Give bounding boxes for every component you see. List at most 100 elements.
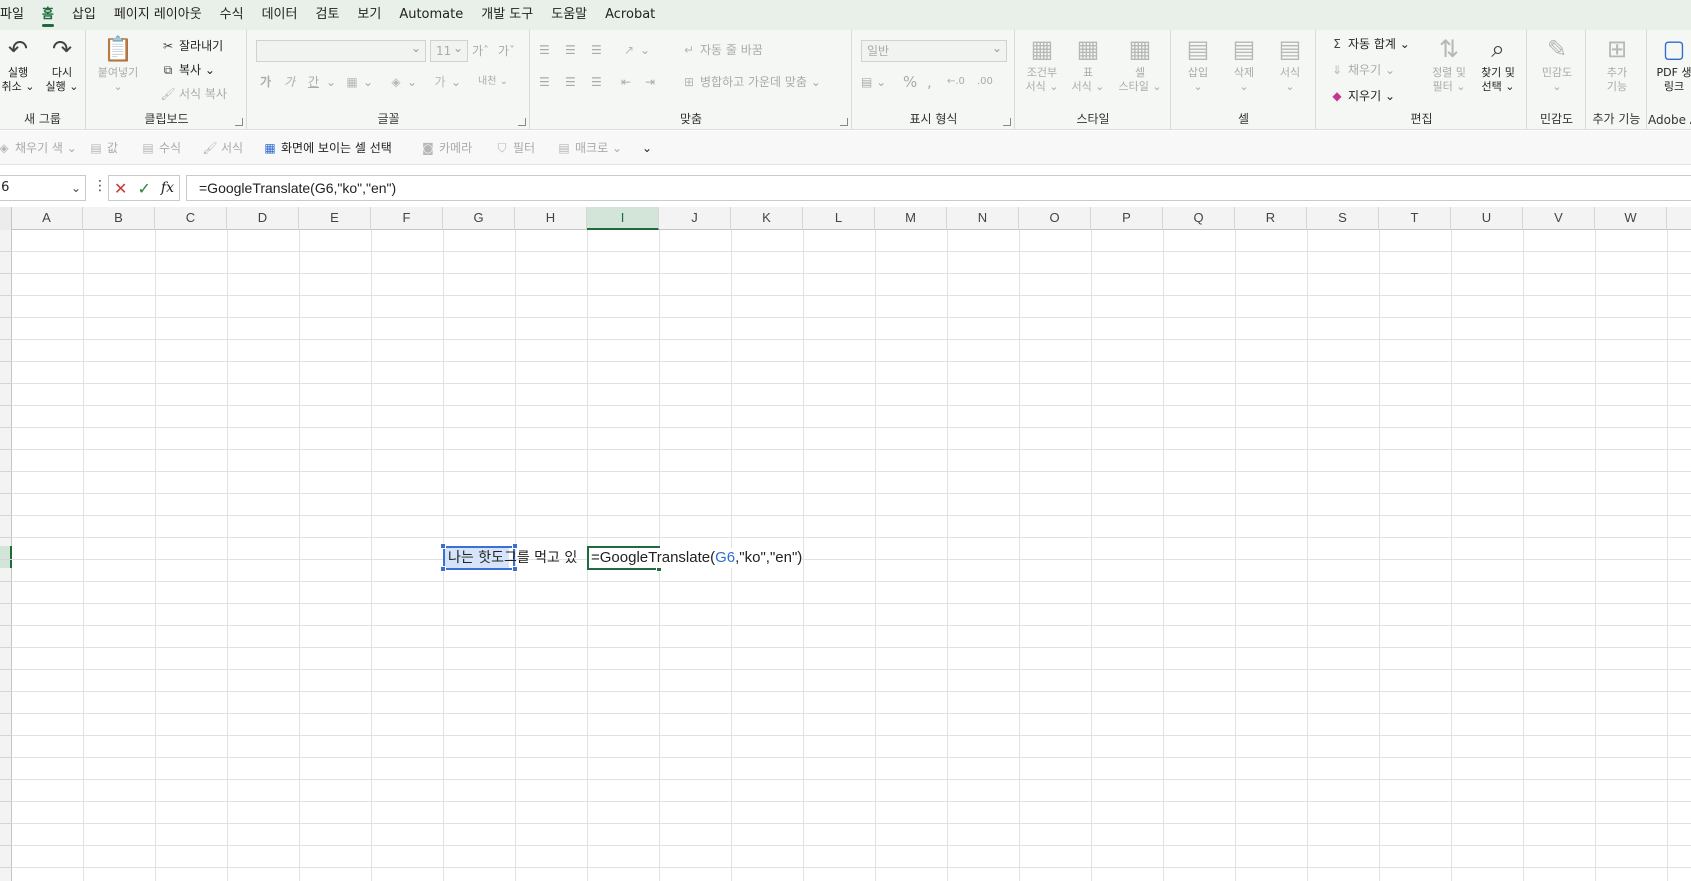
autosum-button[interactable]: Σ 자동 합계 ⌄ [1329, 34, 1410, 54]
row-header[interactable] [0, 582, 12, 604]
row-header[interactable] [0, 384, 12, 406]
shrink-font-button[interactable]: 가ˇ [498, 41, 515, 61]
column-header[interactable]: N [947, 207, 1019, 230]
row-header[interactable] [0, 802, 12, 824]
addins-button[interactable]: ⊞ 추가 기능 [1591, 34, 1643, 94]
number-launcher-icon[interactable] [1003, 118, 1011, 126]
column-header[interactable]: Q [1163, 207, 1235, 230]
alignment-launcher-icon[interactable] [840, 118, 848, 126]
sort-filter-button[interactable]: ⇅ 정렬 및 필터 ⌄ [1427, 34, 1471, 94]
column-header[interactable]: T [1379, 207, 1451, 230]
row-header[interactable] [0, 472, 12, 494]
format-painter-button[interactable]: 🖌 서식 복사 [160, 84, 227, 104]
qat-macro[interactable]: ▤ 매크로 ⌄ [556, 138, 622, 158]
menu-item[interactable]: 도움말 [542, 0, 596, 30]
conditional-format-button[interactable]: ▦ 조건부 서식 ⌄ [1020, 34, 1064, 94]
cell-area[interactable] [12, 230, 1691, 881]
cancel-icon[interactable]: ✕ [114, 179, 127, 198]
row-header[interactable] [0, 428, 12, 450]
row-header[interactable] [0, 252, 12, 274]
qat-fill-color[interactable]: ◈ 채우기 색 ⌄ [0, 138, 77, 158]
row-header[interactable] [0, 296, 12, 318]
row-header[interactable] [0, 406, 12, 428]
menu-item[interactable]: Acrobat [596, 0, 664, 30]
menu-item[interactable]: 보기 [348, 0, 390, 30]
insert-function-icon[interactable]: fx [161, 180, 174, 196]
menu-item[interactable]: 데이터 [253, 0, 307, 30]
menu-item[interactable]: 파일 [0, 0, 33, 30]
row-header[interactable] [0, 692, 12, 714]
row-header[interactable] [0, 626, 12, 648]
column-header[interactable]: A [11, 207, 83, 230]
qat-customize-button[interactable]: ⌄ [642, 138, 652, 158]
paste-button[interactable]: 📋 붙여넣기 ⌄ [93, 34, 143, 94]
font-size-combo[interactable]: 11 [430, 38, 468, 62]
increase-indent-button[interactable]: ⇥ [645, 72, 655, 92]
phonetic-button[interactable]: 내천 ⌄ [478, 72, 508, 92]
row-header[interactable] [0, 230, 12, 252]
row-header[interactable] [0, 274, 12, 296]
qat-paste-formulas[interactable]: ▤ 수식 [140, 138, 181, 158]
column-header[interactable]: P [1091, 207, 1163, 230]
align-right-button[interactable]: ☰ [591, 72, 602, 92]
align-middle-button[interactable]: ☰ [565, 40, 576, 60]
cell-styles-button[interactable]: ▦ 셀 스타일 ⌄ [1114, 34, 1166, 94]
increase-decimal-button[interactable]: ←.0 [947, 72, 965, 92]
column-header[interactable]: L [803, 207, 875, 230]
italic-button[interactable]: 가 [284, 72, 295, 92]
merge-center-button[interactable]: ⊞ 병합하고 가운데 맞춤 ⌄ [681, 72, 821, 92]
align-bottom-button[interactable]: ☰ [591, 40, 602, 60]
format-as-table-button[interactable]: ▦ 표 서식 ⌄ [1066, 34, 1110, 94]
align-center-button[interactable]: ☰ [565, 72, 576, 92]
menu-item[interactable]: 삽입 [63, 0, 105, 30]
row-header[interactable] [0, 846, 12, 868]
underline-dropdown[interactable]: ⌄ [326, 72, 336, 92]
name-box[interactable]: G6 ⌄ [0, 175, 86, 201]
align-top-button[interactable]: ☰ [539, 40, 550, 60]
row-header[interactable] [0, 736, 12, 758]
qat-camera[interactable]: ◙ 카메라 [420, 138, 472, 158]
column-header[interactable]: F [371, 207, 443, 230]
cut-button[interactable]: ✂ 잘라내기 [160, 36, 223, 56]
column-header[interactable]: J [659, 207, 731, 230]
insert-cells-button[interactable]: ▤ 삽입 ⌄ [1176, 34, 1220, 94]
find-select-button[interactable]: ⌕ 찾기 및 선택 ⌄ [1473, 34, 1523, 94]
column-header[interactable]: G [443, 207, 515, 230]
menu-item[interactable]: Automate [390, 0, 472, 30]
menu-item[interactable]: 개발 도구 [472, 0, 542, 30]
ref-handle-tl[interactable] [440, 543, 446, 549]
column-header[interactable]: D [227, 207, 299, 230]
border-button[interactable]: ▦ ⌄ [344, 72, 373, 92]
column-header[interactable]: B [83, 207, 155, 230]
row-header[interactable] [0, 648, 12, 670]
column-header[interactable]: W [1595, 207, 1667, 230]
decrease-decimal-button[interactable]: .00 [977, 72, 993, 92]
more-options-icon[interactable]: ⋮ [93, 178, 107, 194]
row-header[interactable] [0, 340, 12, 362]
row-header[interactable] [0, 318, 12, 340]
enter-icon[interactable]: ✓ [137, 179, 150, 198]
delete-cells-button[interactable]: ▤ 삭제 ⌄ [1222, 34, 1266, 94]
wrap-text-button[interactable]: ↵ 자동 줄 바꿈 [681, 40, 763, 60]
column-header[interactable]: H [515, 207, 587, 230]
row-header[interactable] [0, 714, 12, 736]
qat-select-visible[interactable]: ▦ 화면에 보이는 셀 선택 [262, 138, 391, 158]
column-header[interactable]: M [875, 207, 947, 230]
bold-button[interactable]: 가 [260, 72, 271, 92]
column-header[interactable]: R [1235, 207, 1307, 230]
row-header[interactable] [0, 494, 12, 516]
create-pdf-button[interactable]: ▢ PDF 생 링크 [1650, 34, 1691, 94]
grow-font-button[interactable]: 가ˆ [472, 41, 489, 61]
font-name-combo[interactable] [256, 38, 426, 62]
menu-item[interactable]: 페이지 레이아웃 [105, 0, 211, 30]
redo-button[interactable]: ↷ 다시 실행 ⌄ [40, 34, 84, 94]
decrease-indent-button[interactable]: ⇤ [621, 72, 631, 92]
column-header[interactable]: K [731, 207, 803, 230]
comma-button[interactable]: , [927, 72, 932, 92]
font-launcher-icon[interactable] [518, 118, 526, 126]
clipboard-launcher-icon[interactable] [235, 118, 243, 126]
menu-item[interactable]: 검토 [306, 0, 348, 30]
percent-button[interactable]: % [903, 72, 917, 92]
fill-color-button[interactable]: ◈ ⌄ [388, 72, 417, 92]
row-header[interactable] [0, 780, 12, 802]
